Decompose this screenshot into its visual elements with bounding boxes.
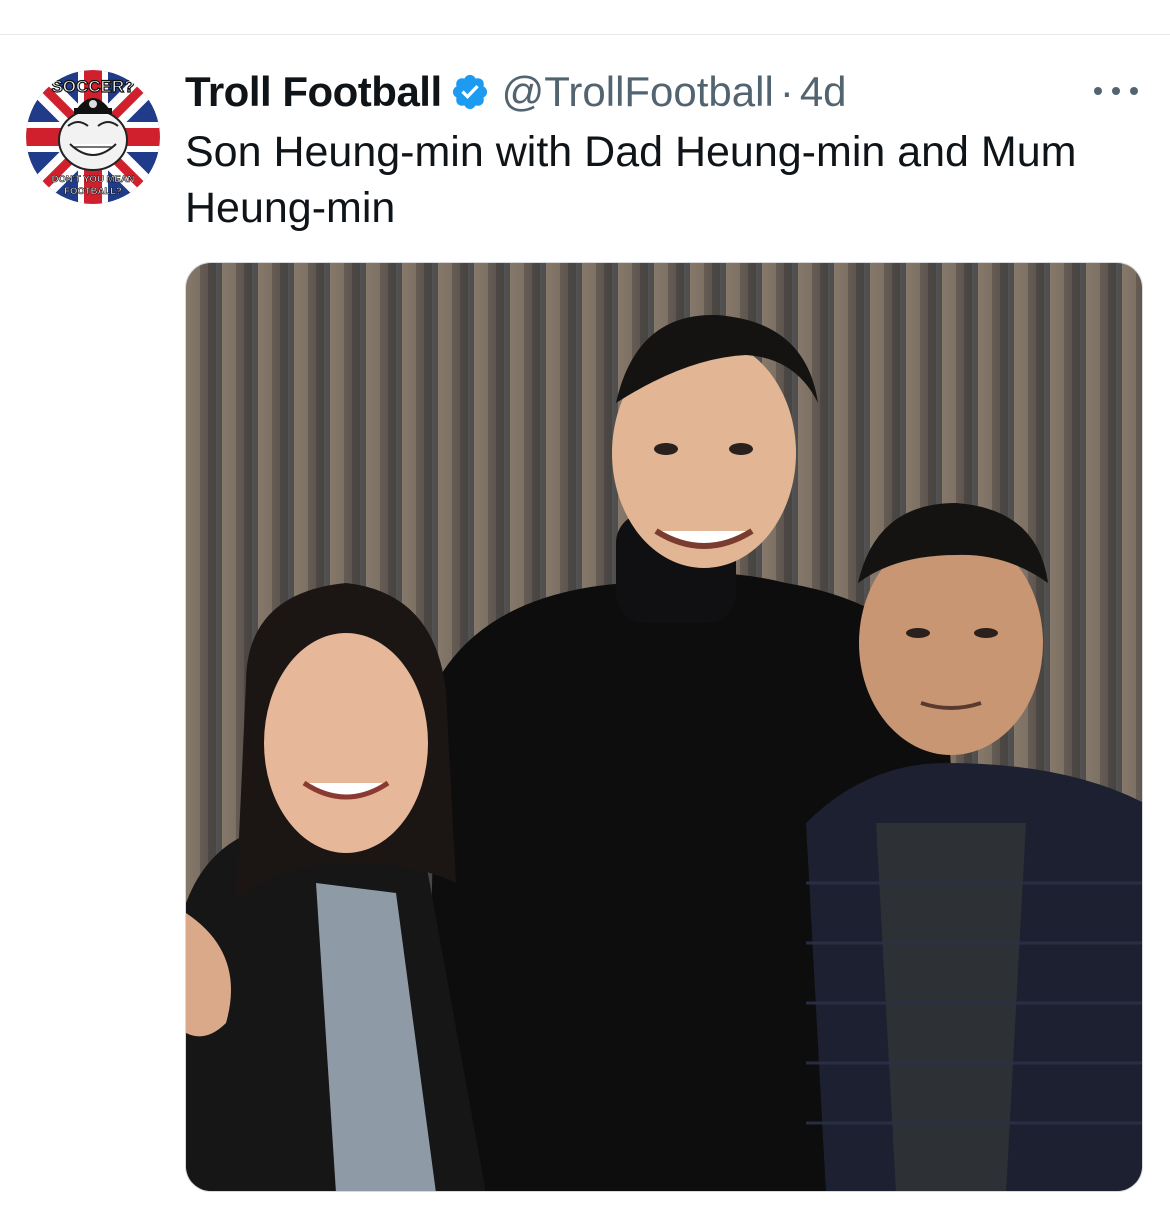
tweet-timestamp[interactable]: 4d: [800, 68, 847, 116]
photo-three-people-icon: [186, 263, 1142, 1191]
dot-separator: ·: [779, 68, 794, 115]
avatar-top-text: SOCCER?: [51, 77, 134, 96]
verified-badge-icon: [450, 72, 490, 112]
avatar-bottom-text-1: DON'T YOU MEAN: [52, 174, 135, 185]
tweet-header: Troll Football @TrollFootball · 4d: [185, 66, 847, 118]
top-divider: [0, 34, 1170, 35]
more-dots-icon: [1112, 87, 1120, 95]
more-options-button[interactable]: [1088, 76, 1144, 106]
more-dots-icon: [1094, 87, 1102, 95]
profile-avatar[interactable]: SOCCER? DON'T YOU MEAN FOOTBALL?: [26, 70, 160, 204]
display-name[interactable]: Troll Football: [185, 68, 442, 116]
tweet-text: Son Heung-min with Dad Heung-min and Mum…: [185, 128, 1077, 232]
avatar-bottom-text-2: FOOTBALL?: [64, 186, 122, 197]
more-dots-icon: [1130, 87, 1138, 95]
tweet-photo[interactable]: [185, 262, 1143, 1192]
avatar-image: SOCCER? DON'T YOU MEAN FOOTBALL?: [26, 70, 160, 204]
user-handle[interactable]: @TrollFootball: [502, 68, 774, 116]
